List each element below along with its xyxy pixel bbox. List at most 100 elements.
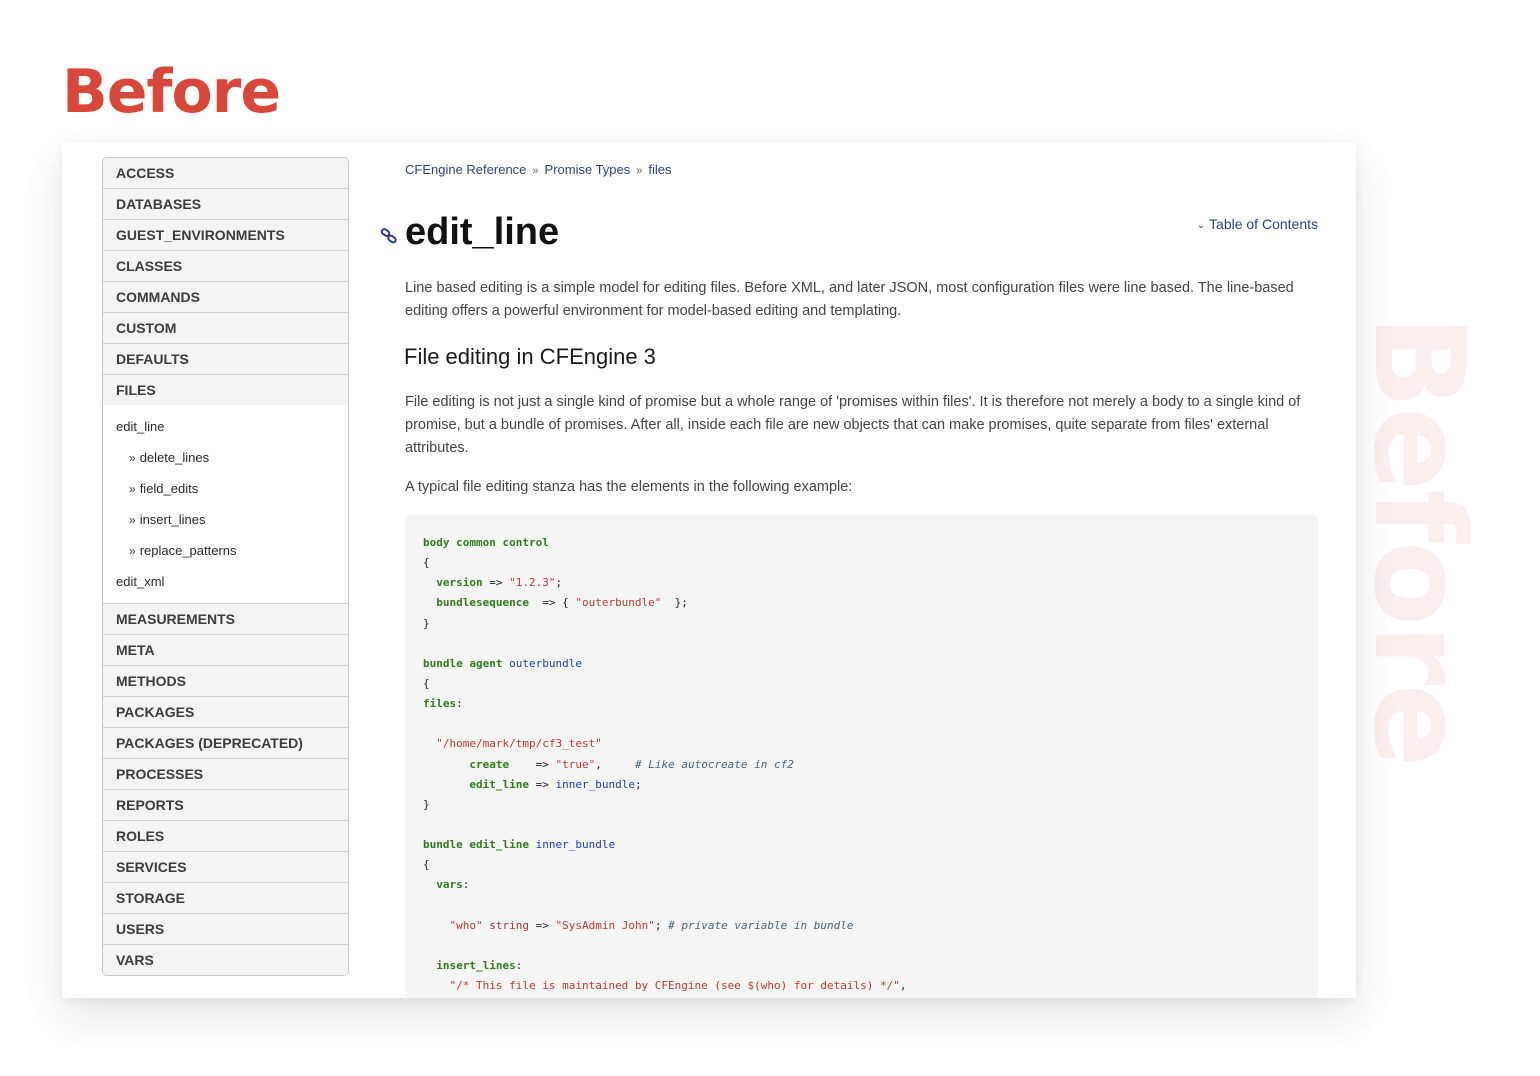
code-token: "who" — [449, 918, 483, 932]
sidebar-item-access[interactable]: ACCESS — [103, 158, 348, 189]
chevron-right-icon: » — [129, 513, 136, 527]
sidebar-item-storage[interactable]: STORAGE — [103, 883, 348, 914]
subnav-label: field_edits — [139, 481, 199, 496]
code-line: create => "true", # Like autocreate in c… — [423, 755, 1318, 775]
docs-screenshot-frame: ACCESS DATABASES GUEST_ENVIRONMENTS CLASSES… — [62, 142, 1356, 998]
sidebar-top-group: ACCESS DATABASES GUEST_ENVIRONMENTS CLASSES… — [103, 158, 348, 405]
breadcrumb-files[interactable]: files — [648, 162, 671, 177]
code-token: string — [489, 918, 529, 932]
code-token: } — [423, 797, 430, 811]
code-line: { — [423, 855, 1318, 875]
subnav-field-edits[interactable]: » field_edits — [103, 473, 348, 504]
sidebar-item-vars[interactable]: VARS — [103, 945, 348, 975]
sidebar-item-packages[interactable]: PACKAGES — [103, 697, 348, 728]
code-token: "/* This file is maintained by CFEngine … — [449, 979, 900, 993]
subnav-insert-lines[interactable]: » insert_lines — [103, 504, 348, 535]
link-icon[interactable] — [380, 227, 398, 245]
code-token: # private variable in bundle — [668, 918, 854, 932]
sidebar-item-databases[interactable]: DATABASES — [103, 189, 348, 220]
subnav-label: insert_lines — [139, 512, 206, 527]
files-subnav: edit_line » delete_lines» field_edits» inse… — [103, 405, 348, 604]
subnav-label: replace_patterns — [139, 543, 237, 558]
code-token: "outerbundle" — [575, 596, 662, 610]
code-line: bundlesequence => { "outerbundle" }; — [423, 593, 1318, 613]
watermark-text: Before — [1346, 314, 1490, 766]
code-line: vars: — [423, 875, 1318, 895]
code-line: body common control — [423, 533, 1318, 553]
code-token: bundle agent — [423, 656, 510, 670]
chevron-right-icon: » — [129, 451, 136, 465]
subnav-edit-line[interactable]: edit_line — [103, 411, 348, 442]
code-token: version — [436, 576, 483, 590]
code-token: ; — [634, 777, 642, 791]
code-line: "/home/mark/tmp/cf3_test" — [423, 734, 1318, 754]
code-token: outerbundle — [509, 656, 582, 670]
sidebar-item-guest-environments[interactable]: GUEST_ENVIRONMENTS — [103, 220, 348, 251]
code-token: { — [423, 858, 430, 872]
sidebar-item-processes[interactable]: PROCESSES — [103, 759, 348, 790]
code-token: { — [423, 556, 430, 570]
toc-label: Table of Contents — [1209, 216, 1318, 232]
code-token: } — [423, 616, 430, 630]
code-token: bundlesequence — [436, 596, 529, 610]
code-token: ; — [654, 918, 669, 932]
sidebar-item-reports[interactable]: REPORTS — [103, 790, 348, 821]
code-token: ; — [555, 576, 563, 590]
page-title: edit_line — [405, 211, 560, 253]
section-paragraph-1: File editing is not just a single kind o… — [405, 394, 1301, 456]
code-token: inner_bundle — [555, 777, 635, 791]
code-line: { — [423, 553, 1318, 573]
code-token: { — [423, 676, 430, 690]
sidebar-item-classes[interactable]: CLASSES — [103, 251, 348, 282]
subnav-replace-patterns[interactable]: » replace_patterns — [103, 535, 348, 566]
sidebar-item-measurements[interactable]: MEASUREMENTS — [103, 604, 348, 635]
subnav-delete-lines[interactable]: » delete_lines — [103, 442, 348, 473]
subnav-edit-xml[interactable]: edit_xml — [103, 566, 348, 597]
breadcrumb-promise-types[interactable]: Promise Types — [545, 162, 631, 177]
code-token: vars — [436, 878, 463, 892]
table-of-contents-toggle[interactable]: ⌄ Table of Contents — [1197, 216, 1318, 232]
sidebar-item-roles[interactable]: ROLES — [103, 821, 348, 852]
code-line: { — [423, 674, 1318, 694]
intro-paragraph: Line based editing is a simple model for… — [405, 280, 1294, 319]
code-token: }; — [661, 596, 688, 610]
code-token: "/home/mark/tmp/cf3_test" — [436, 737, 602, 751]
code-token: => — [509, 757, 556, 771]
code-line: bundle agent outerbundle — [423, 654, 1318, 674]
code-token: body common control — [423, 536, 549, 549]
code-token: : — [515, 958, 523, 972]
code-token: edit_line — [469, 777, 529, 791]
code-token: : — [456, 697, 463, 711]
sidebar-item-commands[interactable]: COMMANDS — [103, 282, 348, 313]
code-block: body common control { version => "1.2.3";… — [405, 515, 1318, 998]
sidebar-item-users[interactable]: USERS — [103, 914, 348, 945]
code-line: } — [423, 795, 1318, 815]
code-line: files: — [423, 694, 1318, 714]
sidebar-item-custom[interactable]: CUSTOM — [103, 313, 348, 344]
code-token: inner_bundle — [535, 838, 616, 852]
code-token: "true" — [555, 757, 596, 771]
sidebar-item-meta[interactable]: META — [103, 635, 348, 666]
code-line: "who" string => "SysAdmin John"; # priva… — [423, 916, 1318, 936]
subnav-label: delete_lines — [139, 450, 210, 465]
breadcrumb: CFEngine Reference » Promise Types » files — [405, 162, 672, 177]
code-token: => — [529, 918, 556, 932]
sidebar-item-packages-deprecated[interactable]: PACKAGES (DEPRECATED) — [103, 728, 348, 759]
code-line: edit_line => inner_bundle; — [423, 775, 1318, 795]
sidebar-item-methods[interactable]: METHODS — [103, 666, 348, 697]
sidebar-item-defaults[interactable]: DEFAULTS — [103, 344, 348, 375]
code-line: insert_lines: — [423, 956, 1318, 976]
breadcrumb-cfengine-reference[interactable]: CFEngine Reference — [405, 162, 526, 177]
before-heading: Before — [62, 57, 281, 127]
sidebar-item-services[interactable]: SERVICES — [103, 852, 348, 883]
breadcrumb-separator: » — [636, 165, 643, 177]
sidebar-item-files[interactable]: FILES — [103, 375, 348, 405]
